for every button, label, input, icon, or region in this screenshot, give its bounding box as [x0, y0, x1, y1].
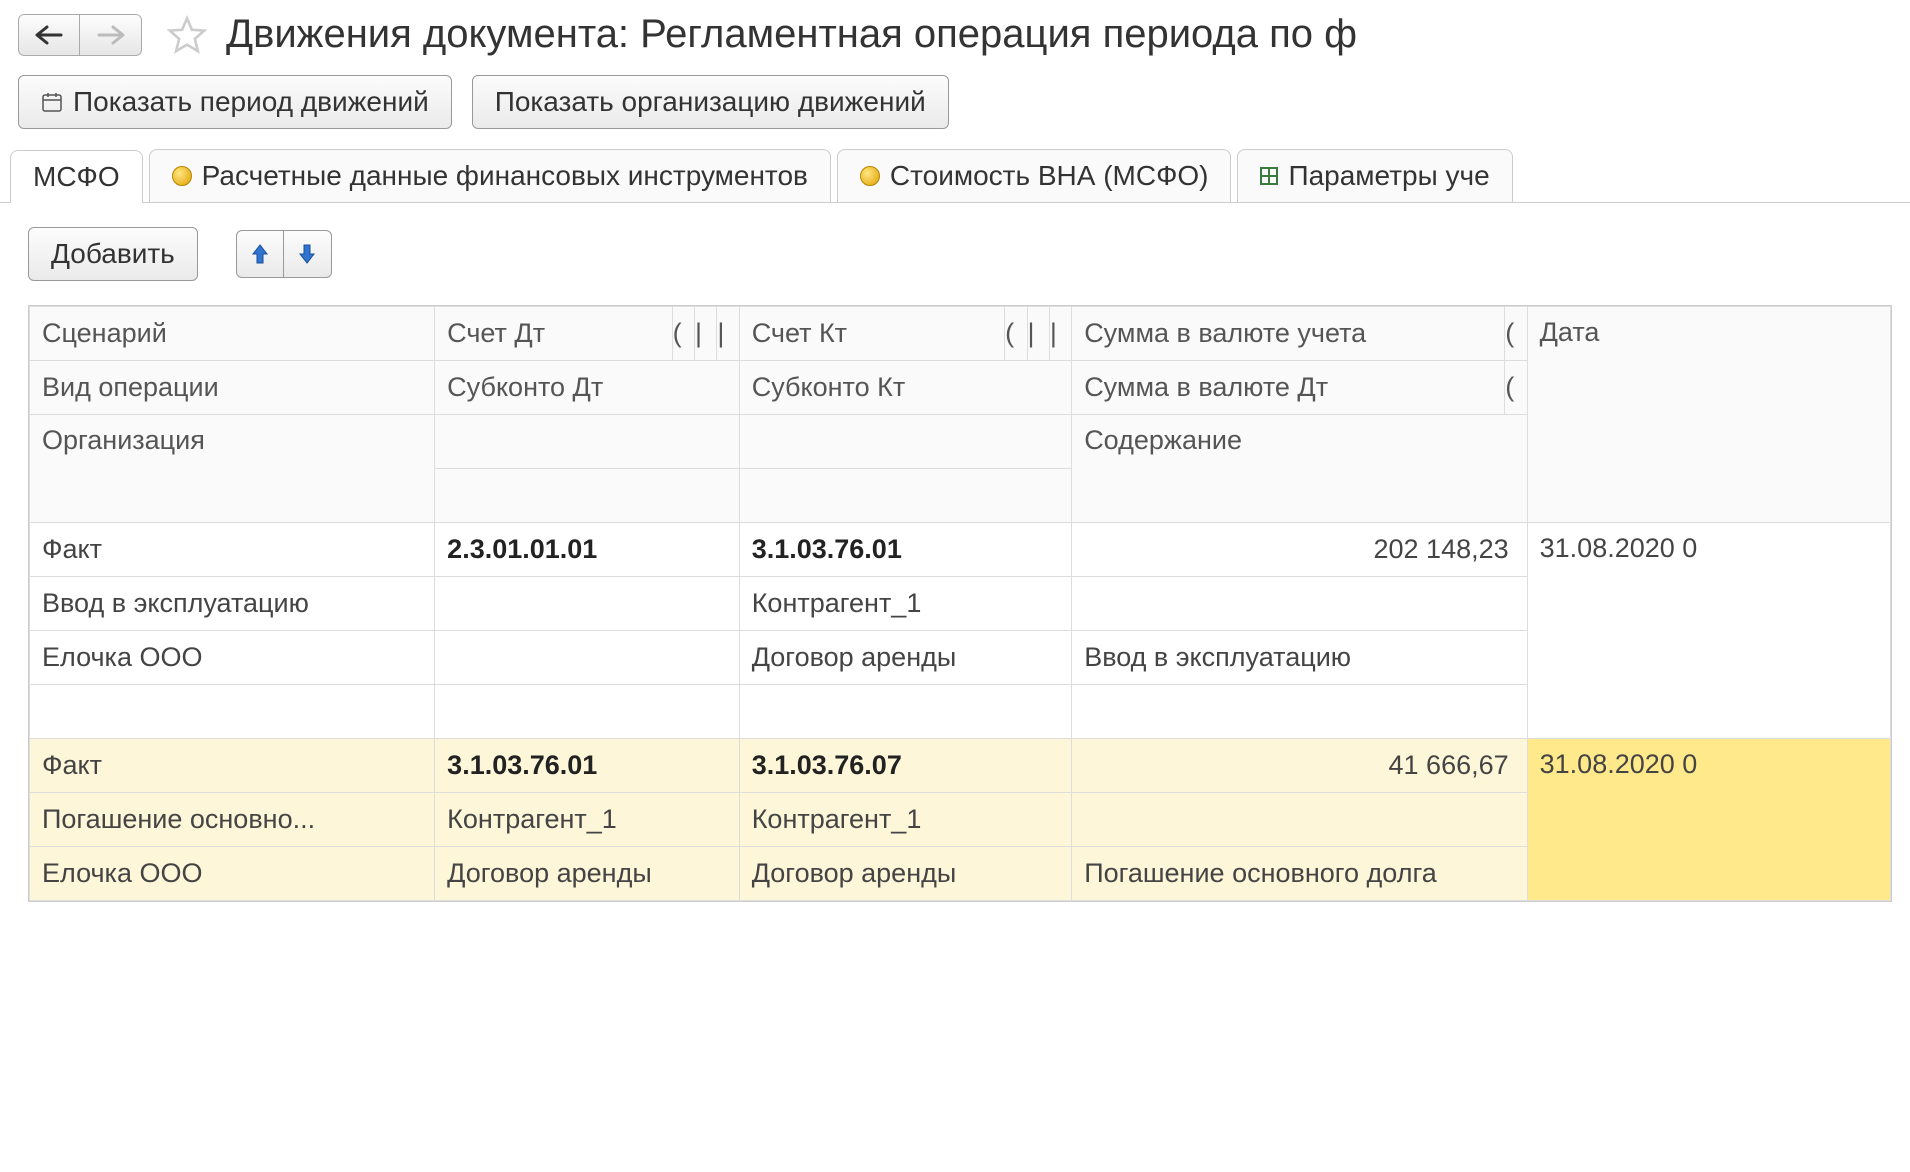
tab-label: Расчетные данные финансовых инструментов — [202, 160, 808, 192]
tab-vna-cost[interactable]: Стоимость ВНА (МСФО) — [837, 149, 1232, 202]
page-title: Движения документа: Регламентная операци… — [226, 12, 1357, 57]
cell-account-kt[interactable]: 3.1.03.76.07 — [739, 739, 1071, 793]
cell-date[interactable]: 31.08.2020 0 — [1527, 523, 1890, 739]
tab-fin-instruments[interactable]: Расчетные данные финансовых инструментов — [149, 149, 831, 202]
col-organization[interactable]: Организация — [30, 415, 435, 523]
cell-scenario[interactable]: Факт — [30, 523, 435, 577]
move-up-button[interactable] — [236, 230, 284, 278]
cell-account-dt[interactable]: 3.1.03.76.01 — [435, 739, 740, 793]
cell-scenario[interactable]: Факт — [30, 739, 435, 793]
nav-forward-button[interactable] — [80, 14, 142, 56]
cell-org[interactable]: Елочка ООО — [30, 847, 435, 901]
cell-amount[interactable]: 202 148,23 — [1072, 523, 1527, 577]
cell-account-kt[interactable]: 3.1.03.76.01 — [739, 523, 1071, 577]
col-amount-dt[interactable]: Сумма в валюте Дт — [1072, 361, 1505, 415]
arrow-left-icon — [35, 25, 63, 45]
cell-amount-dt[interactable] — [1072, 577, 1527, 631]
col-content[interactable]: Содержание — [1072, 415, 1527, 523]
coin-icon — [172, 166, 192, 186]
show-period-label: Показать период движений — [73, 86, 429, 118]
cell-sub2-dt[interactable] — [435, 631, 740, 685]
movements-table[interactable]: Сценарий Счет Дт (|| Счет Кт (|| Сумма в… — [29, 306, 1891, 901]
show-org-label: Показать организацию движений — [495, 86, 926, 118]
cell-sub2-kt[interactable]: Договор аренды — [739, 847, 1071, 901]
add-button[interactable]: Добавить — [28, 227, 198, 281]
nav-back-button[interactable] — [18, 14, 80, 56]
tab-label: Стоимость ВНА (МСФО) — [890, 160, 1209, 192]
show-period-button[interactable]: Показать период движений — [18, 75, 452, 129]
tab-label: Параметры уче — [1288, 160, 1489, 192]
favorite-star-icon[interactable] — [166, 14, 208, 56]
col-operation-type[interactable]: Вид операции — [30, 361, 435, 415]
cell-content[interactable]: Ввод в эксплуатацию — [1072, 631, 1527, 685]
col-scenario[interactable]: Сценарий — [30, 307, 435, 361]
grid-icon — [1260, 167, 1278, 185]
cell-subkonto-kt[interactable]: Контрагент_1 — [739, 793, 1071, 847]
add-label: Добавить — [51, 238, 175, 270]
calendar-icon — [41, 91, 63, 113]
cell-content[interactable]: Погашение основного долга — [1072, 847, 1527, 901]
arrow-down-icon — [297, 242, 317, 266]
cell-op-type[interactable]: Погашение основно... — [30, 793, 435, 847]
cell-sub2-kt[interactable]: Договор аренды — [739, 631, 1071, 685]
cell-op-type[interactable]: Ввод в эксплуатацию — [30, 577, 435, 631]
cell-subkonto-dt[interactable]: Контрагент_1 — [435, 793, 740, 847]
tab-accounting-params[interactable]: Параметры уче — [1237, 149, 1512, 202]
col-account-kt[interactable]: Счет Кт — [739, 307, 1004, 361]
col-subkonto-dt[interactable]: Субконто Дт — [435, 361, 740, 415]
col-subkonto-kt[interactable]: Субконто Кт — [739, 361, 1071, 415]
show-org-button[interactable]: Показать организацию движений — [472, 75, 949, 129]
tab-msfo[interactable]: МСФО — [10, 150, 143, 203]
cell-account-dt[interactable]: 2.3.01.01.01 — [435, 523, 740, 577]
cell-sub2-dt[interactable]: Договор аренды — [435, 847, 740, 901]
cell-subkonto-kt[interactable]: Контрагент_1 — [739, 577, 1071, 631]
arrow-right-icon — [97, 25, 125, 45]
coin-icon — [860, 166, 880, 186]
arrow-up-icon — [250, 242, 270, 266]
cell-subkonto-dt[interactable] — [435, 577, 740, 631]
cell-amount[interactable]: 41 666,67 — [1072, 739, 1527, 793]
cell-date[interactable]: 31.08.2020 0 — [1527, 739, 1890, 901]
tab-label: МСФО — [33, 161, 120, 193]
col-account-dt[interactable]: Счет Дт — [435, 307, 673, 361]
cell-org[interactable]: Елочка ООО — [30, 631, 435, 685]
move-down-button[interactable] — [284, 230, 332, 278]
col-date[interactable]: Дата — [1527, 307, 1890, 523]
col-amount[interactable]: Сумма в валюте учета — [1072, 307, 1505, 361]
cell-amount-dt[interactable] — [1072, 793, 1527, 847]
